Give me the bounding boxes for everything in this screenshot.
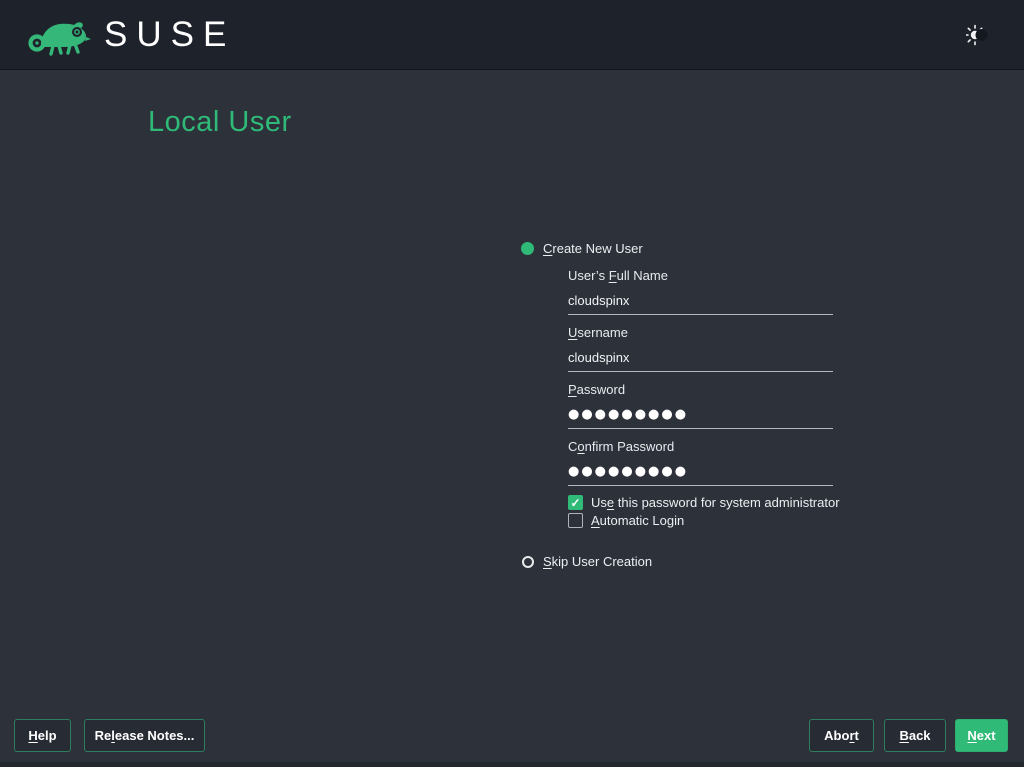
username-label: Username xyxy=(568,325,628,340)
confirm-password-input[interactable] xyxy=(568,464,833,486)
label-text: ease Notes... xyxy=(115,728,195,743)
label-text: this password for system administrator xyxy=(614,495,839,510)
label-mnemonic: H xyxy=(28,728,37,743)
label-mnemonic: C xyxy=(543,241,552,256)
window-bottom-edge xyxy=(0,762,1024,767)
top-bar: SUSE xyxy=(0,0,1024,70)
sysadmin-password-label: Use this password for system administrat… xyxy=(591,495,840,510)
password-label: Password xyxy=(568,382,625,397)
create-new-user-label: Create New User xyxy=(543,241,643,256)
label-text: ull Name xyxy=(617,268,668,283)
skip-user-creation-label: Skip User Creation xyxy=(543,554,652,569)
confirm-password-label: Confirm Password xyxy=(568,439,674,454)
sysadmin-password-checkbox[interactable]: ✓ Use this password for system administr… xyxy=(568,495,840,510)
label-mnemonic: B xyxy=(899,728,908,743)
label-text: Us xyxy=(591,495,607,510)
checkbox-unchecked-icon xyxy=(568,513,583,528)
label-mnemonic: U xyxy=(568,325,577,340)
label-text: t xyxy=(855,728,859,743)
help-button[interactable]: Help xyxy=(14,719,71,752)
label-text: C xyxy=(568,439,577,454)
label-mnemonic: P xyxy=(568,382,577,397)
automatic-login-label: Automatic Login xyxy=(591,513,684,528)
label-text: reate New User xyxy=(552,241,642,256)
create-new-user-radio[interactable]: Create New User xyxy=(521,241,643,256)
radio-unselected-icon xyxy=(522,556,534,568)
suse-chameleon-icon xyxy=(26,13,94,57)
label-mnemonic: A xyxy=(591,513,600,528)
label-text: Re xyxy=(95,728,112,743)
label-text: ack xyxy=(909,728,931,743)
label-text: nfirm Password xyxy=(585,439,675,454)
release-notes-button[interactable]: Release Notes... xyxy=(84,719,205,752)
abort-button[interactable]: Abort xyxy=(809,719,874,752)
label-text: Abo xyxy=(824,728,849,743)
label-mnemonic: N xyxy=(967,728,976,743)
automatic-login-checkbox[interactable]: Automatic Login xyxy=(568,513,684,528)
label-text: utomatic Login xyxy=(600,513,685,528)
page-title: Local User xyxy=(148,106,292,139)
checkbox-checked-icon: ✓ xyxy=(568,495,583,510)
label-mnemonic: o xyxy=(577,439,584,454)
label-text: elp xyxy=(38,728,57,743)
label-mnemonic: S xyxy=(543,554,552,569)
label-mnemonic: F xyxy=(609,268,617,283)
radio-selected-icon xyxy=(521,242,534,255)
full-name-label: User’s Full Name xyxy=(568,268,668,283)
brand-text: SUSE xyxy=(104,13,235,57)
skip-user-creation-radio[interactable]: Skip User Creation xyxy=(522,554,652,569)
label-text: kip User Creation xyxy=(552,554,652,569)
label-text: ext xyxy=(977,728,996,743)
label-text: sername xyxy=(577,325,628,340)
label-text: User’s xyxy=(568,268,609,283)
full-name-input[interactable] xyxy=(568,293,833,315)
password-input[interactable] xyxy=(568,407,833,429)
username-input[interactable] xyxy=(568,350,833,372)
installer-window: SUSE Local User Create New Us xyxy=(0,0,1024,767)
suse-logo: SUSE xyxy=(26,13,235,57)
theme-toggle-icon[interactable] xyxy=(966,23,990,47)
label-text: assword xyxy=(577,382,625,397)
next-button[interactable]: Next xyxy=(955,719,1008,752)
back-button[interactable]: Back xyxy=(884,719,946,752)
